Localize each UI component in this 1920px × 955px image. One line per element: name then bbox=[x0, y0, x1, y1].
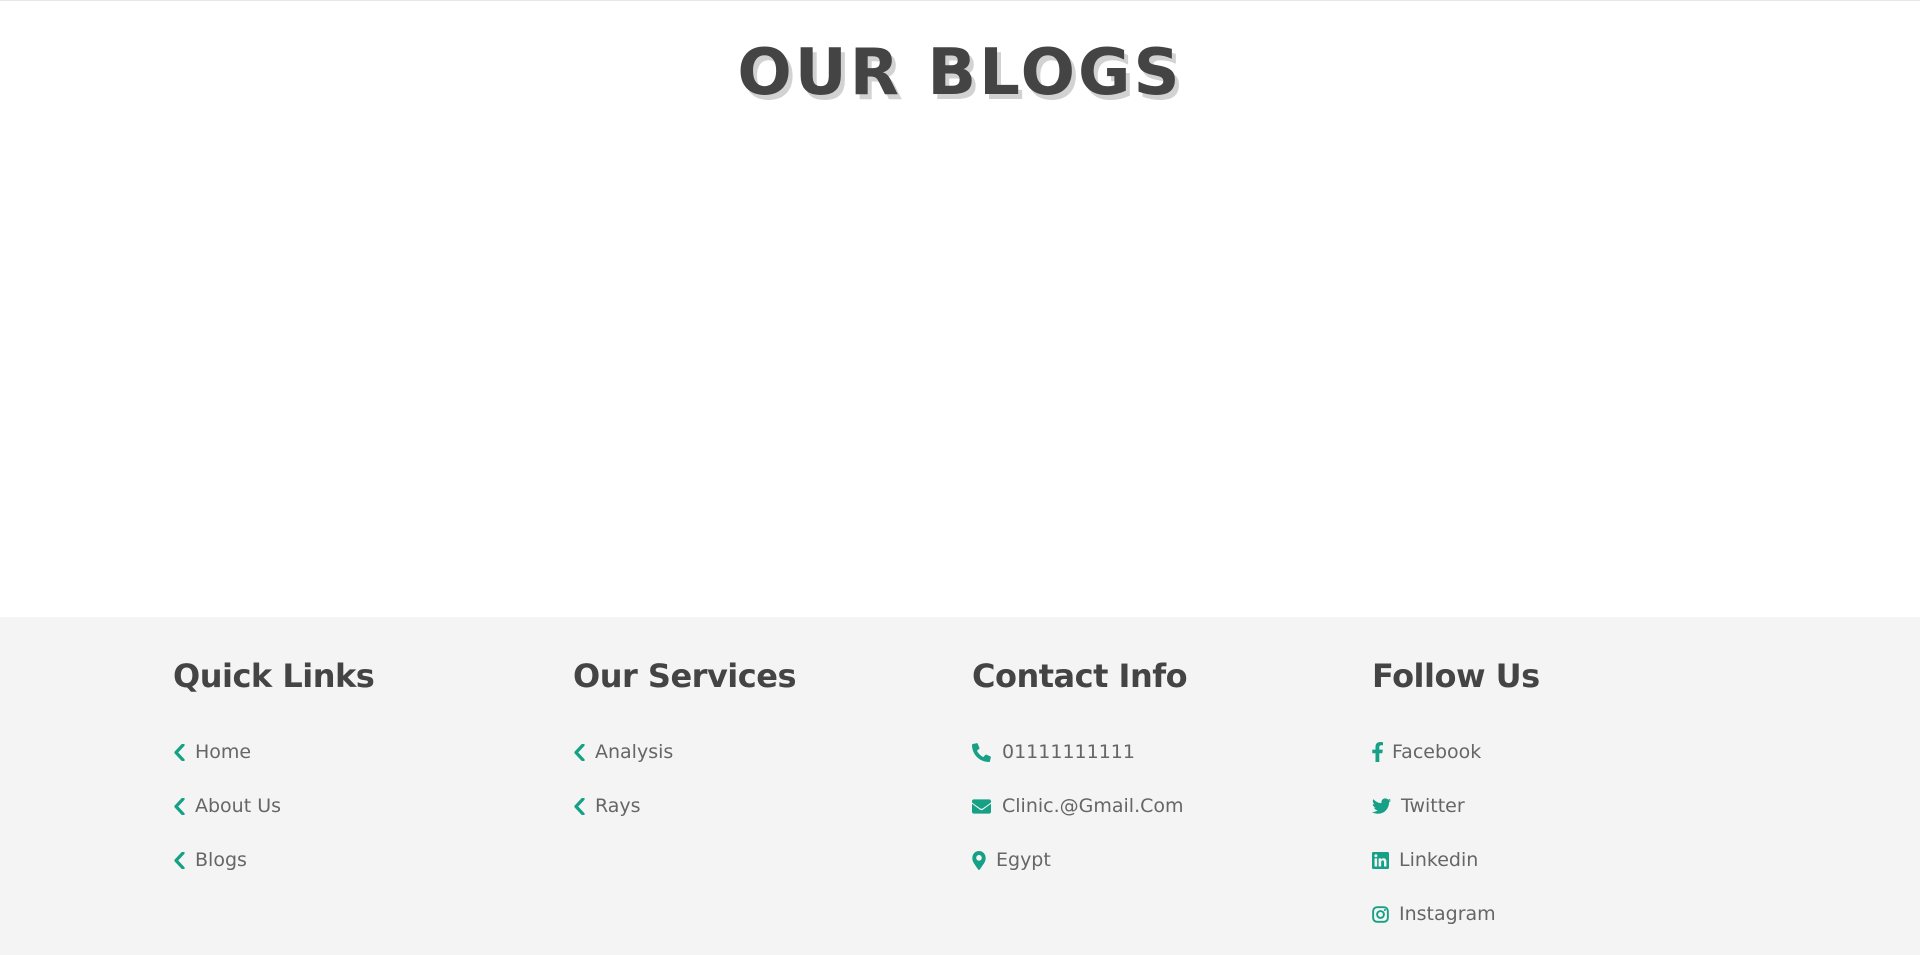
quick-link-about-us[interactable]: About Us bbox=[173, 779, 281, 833]
quick-links-column: Quick Links Home About Us Blogs bbox=[173, 655, 553, 871]
contact-email[interactable]: Clinic.@Gmail.Com bbox=[972, 779, 1184, 833]
services-column: Our Services Analysis Rays bbox=[573, 655, 953, 817]
quick-link-label: Home bbox=[195, 741, 252, 763]
service-link-label: Rays bbox=[595, 795, 641, 817]
social-link-instagram[interactable]: Instagram bbox=[1372, 887, 1496, 941]
service-link-label: Analysis bbox=[595, 741, 674, 763]
service-link-rays[interactable]: Rays bbox=[573, 779, 673, 833]
social-link-label: Twitter bbox=[1401, 795, 1465, 817]
phone-icon bbox=[972, 742, 991, 762]
social-link-label: Facebook bbox=[1392, 741, 1482, 763]
social-list: Facebook Twitter Linkedin Instagram bbox=[1372, 725, 1496, 941]
chevron-left-icon bbox=[573, 797, 586, 815]
quick-link-home[interactable]: Home bbox=[173, 725, 281, 779]
contact-heading: Contact Info bbox=[972, 657, 1188, 695]
section-title: OUR BLOGS bbox=[737, 36, 1183, 110]
chevron-left-icon bbox=[573, 743, 586, 761]
social-link-label: Linkedin bbox=[1399, 849, 1479, 871]
contact-phone-label: 01111111111 bbox=[1002, 741, 1135, 763]
chevron-left-icon bbox=[173, 743, 186, 761]
contact-location[interactable]: Egypt bbox=[972, 833, 1184, 887]
services-heading: Our Services bbox=[573, 657, 796, 695]
quick-link-label: Blogs bbox=[195, 849, 247, 871]
quick-link-label: About Us bbox=[195, 795, 282, 817]
contact-email-label: Clinic.@Gmail.Com bbox=[1002, 795, 1184, 817]
contact-phone[interactable]: 01111111111 bbox=[972, 725, 1184, 779]
chevron-left-icon bbox=[173, 851, 186, 869]
twitter-icon bbox=[1372, 798, 1391, 814]
social-link-label: Instagram bbox=[1399, 903, 1496, 925]
services-list: Analysis Rays bbox=[573, 725, 673, 833]
follow-us-column: Follow Us Facebook Twitter Linkedin Inst… bbox=[1372, 655, 1752, 925]
social-link-twitter[interactable]: Twitter bbox=[1372, 779, 1496, 833]
instagram-icon bbox=[1372, 905, 1389, 923]
contact-list: 01111111111 Clinic.@Gmail.Com Egypt bbox=[972, 725, 1184, 887]
social-link-facebook[interactable]: Facebook bbox=[1372, 725, 1496, 779]
contact-location-label: Egypt bbox=[996, 849, 1051, 871]
envelope-icon bbox=[972, 798, 991, 814]
social-link-linkedin[interactable]: Linkedin bbox=[1372, 833, 1496, 887]
chevron-left-icon bbox=[173, 797, 186, 815]
follow-us-heading: Follow Us bbox=[1372, 657, 1540, 695]
footer: Quick Links Home About Us Blogs Our Serv… bbox=[0, 617, 1920, 955]
quick-links-list: Home About Us Blogs bbox=[173, 725, 281, 887]
facebook-icon bbox=[1372, 742, 1383, 762]
linkedin-icon bbox=[1372, 851, 1389, 869]
map-marker-icon bbox=[972, 850, 986, 870]
service-link-analysis[interactable]: Analysis bbox=[573, 725, 673, 779]
quick-links-heading: Quick Links bbox=[173, 657, 375, 695]
contact-column: Contact Info 01111111111 Clinic.@Gmail.C… bbox=[972, 655, 1352, 871]
quick-link-blogs[interactable]: Blogs bbox=[173, 833, 281, 887]
blogs-section: OUR BLOGS bbox=[0, 1, 1920, 617]
